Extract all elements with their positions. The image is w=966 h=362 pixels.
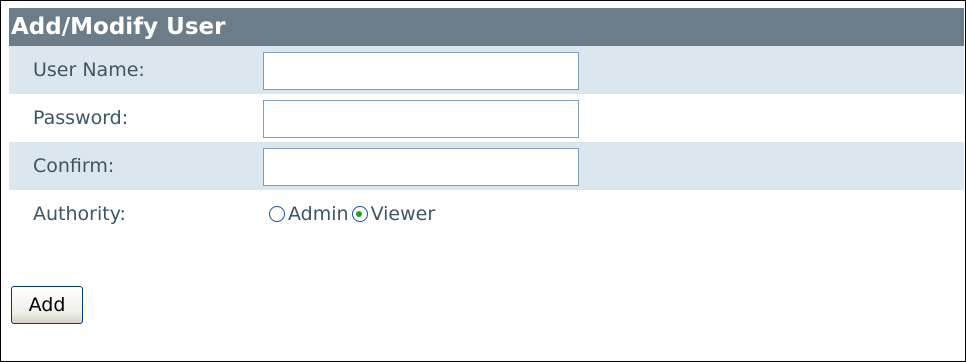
admin-radio-button[interactable] xyxy=(269,206,285,222)
admin-radio-option[interactable]: Admin xyxy=(269,203,349,225)
user-name-input[interactable] xyxy=(263,52,579,90)
admin-radio-label: Admin xyxy=(288,203,349,225)
password-row: Password: xyxy=(9,94,964,142)
user-name-row: User Name: xyxy=(9,46,964,94)
viewer-radio-option[interactable]: Viewer xyxy=(351,203,436,225)
form-title: Add/Modify User xyxy=(9,8,964,46)
authority-label: Authority: xyxy=(33,203,126,225)
confirm-password-input[interactable] xyxy=(263,148,579,186)
password-label: Password: xyxy=(33,107,129,129)
authority-radio-group: Admin Viewer xyxy=(269,190,438,238)
user-form-panel: Add/Modify User User Name: Password: Con… xyxy=(0,0,966,362)
add-user-button[interactable]: Add xyxy=(11,286,83,324)
viewer-radio-button[interactable] xyxy=(351,206,368,222)
authority-row: Authority: Admin Viewer xyxy=(9,190,964,238)
password-input[interactable] xyxy=(263,100,579,138)
viewer-radio-label: Viewer xyxy=(370,203,436,225)
confirm-row: Confirm: xyxy=(9,142,964,190)
user-name-label: User Name: xyxy=(33,59,145,81)
confirm-label: Confirm: xyxy=(33,155,115,177)
